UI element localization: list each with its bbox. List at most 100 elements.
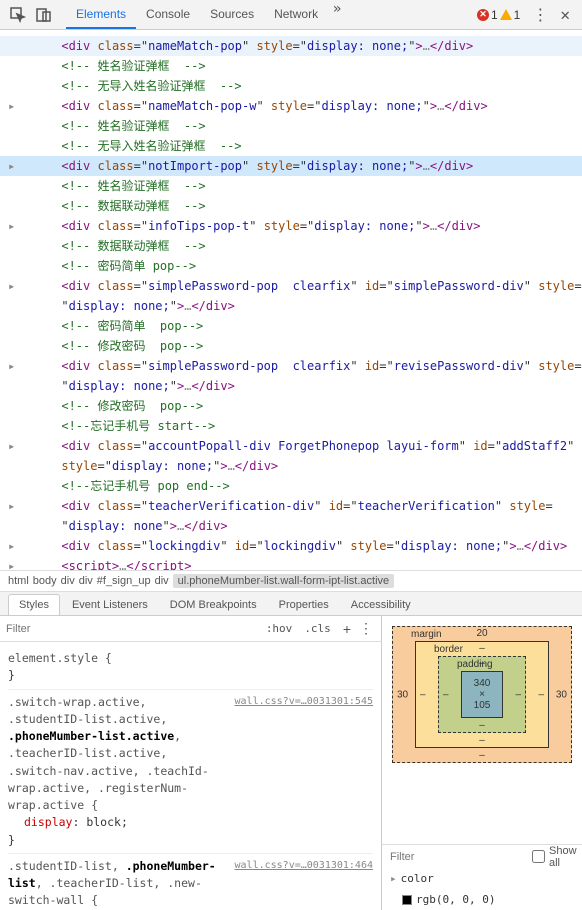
hov-toggle[interactable]: :hov <box>260 622 299 635</box>
expand-caret-icon[interactable]: ▸ <box>8 97 18 115</box>
dom-node[interactable]: ▸ <script>…</script> <box>0 556 582 570</box>
error-warning-status[interactable]: ✕1 1 <box>477 8 520 22</box>
box-model-diagram[interactable]: margin 20 30 – 30 border – – – – padding… <box>382 616 582 844</box>
breadcrumb-item[interactable]: ul.phoneMumber-list.wall-form-ipt-list.a… <box>173 574 395 588</box>
computed-color-row[interactable]: ▸ color <box>382 868 582 889</box>
expand-caret-icon[interactable] <box>8 377 18 395</box>
close-icon[interactable]: ✕ <box>554 5 576 24</box>
dom-node[interactable]: <!-- 无导入姓名验证弹框 --> <box>0 76 582 96</box>
styles-menu-icon[interactable]: ⋮ <box>357 620 375 637</box>
breadcrumb-item[interactable]: html <box>8 575 29 587</box>
expand-caret-icon[interactable] <box>8 397 18 415</box>
expand-caret-icon[interactable]: ▸ <box>8 437 18 455</box>
expand-caret-icon[interactable] <box>8 137 18 155</box>
dom-node[interactable]: <!--忘记手机号 start--> <box>0 416 582 436</box>
dom-node[interactable]: ▸ <div class="teacherVerification-div" i… <box>0 496 582 516</box>
expand-caret-icon[interactable]: ▸ <box>8 537 18 555</box>
expand-caret-icon[interactable]: ▸ <box>8 497 18 515</box>
breadcrumb-item[interactable]: div <box>155 575 169 587</box>
expand-caret-icon[interactable] <box>8 117 18 135</box>
dom-node[interactable]: <!-- 修改密码 pop--> <box>0 336 582 356</box>
dom-node[interactable]: "display: none;">…</div> <box>0 376 582 396</box>
subtab-dom-breakpoints[interactable]: DOM Breakpoints <box>160 595 267 615</box>
breadcrumb-item[interactable]: div <box>79 575 93 587</box>
expand-caret-icon[interactable]: ▸ <box>8 277 18 295</box>
dom-node[interactable]: <!-- 修改密码 pop--> <box>0 396 582 416</box>
expand-caret-icon[interactable] <box>8 57 18 75</box>
expand-caret-icon[interactable] <box>8 477 18 495</box>
dom-node[interactable]: <div class="nameMatch-pop" style="displa… <box>0 36 582 56</box>
subtab-accessibility[interactable]: Accessibility <box>341 595 421 615</box>
dom-breadcrumb: htmlbodydivdiv#f_sign_updivul.phoneMumbe… <box>0 570 582 592</box>
expand-caret-icon[interactable] <box>8 457 18 475</box>
dom-node[interactable]: <!--忘记手机号 pop end--> <box>0 476 582 496</box>
prop-value: rgb(0, 0, 0) <box>416 893 495 906</box>
dom-node[interactable]: <!-- 姓名验证弹框 --> <box>0 116 582 136</box>
expand-caret-icon[interactable] <box>8 337 18 355</box>
expand-caret-icon[interactable] <box>8 197 18 215</box>
content-size: 340 × 105 <box>461 671 503 718</box>
breadcrumb-item[interactable]: #f_sign_up <box>97 575 151 587</box>
dom-node[interactable]: "display: none;">…</div> <box>0 296 582 316</box>
expand-caret-icon[interactable] <box>8 77 18 95</box>
expand-caret-icon[interactable] <box>8 517 18 535</box>
source-link[interactable]: wall.css?v=…0031301:464 <box>235 858 373 910</box>
expand-caret-icon[interactable] <box>8 257 18 275</box>
breadcrumb-item[interactable]: div <box>61 575 75 587</box>
dom-node[interactable]: style="display: none;">…</div> <box>0 456 582 476</box>
expand-caret-icon[interactable] <box>8 237 18 255</box>
expand-caret-icon[interactable]: ▸ <box>8 217 18 235</box>
kebab-menu-icon[interactable]: ⋮ <box>526 5 554 24</box>
breadcrumb-item[interactable]: body <box>33 575 57 587</box>
dom-node[interactable]: <!-- 密码简单 pop--> <box>0 316 582 336</box>
expand-caret-icon[interactable]: ▸ <box>8 357 18 375</box>
dom-node[interactable]: ▸ <div class="notImport-pop" style="disp… <box>0 156 582 176</box>
expand-caret-icon[interactable] <box>8 417 18 435</box>
expand-caret-icon[interactable] <box>8 297 18 315</box>
subtab-properties[interactable]: Properties <box>269 595 339 615</box>
css-rules[interactable]: element.style {}.switch-wrap.active, .st… <box>0 642 381 910</box>
css-rule[interactable]: .studentID-list, .phoneMumber-list, .tea… <box>8 854 373 910</box>
computed-filter-input[interactable] <box>390 851 532 863</box>
dom-node[interactable]: "display: none">…</div> <box>0 516 582 536</box>
dom-node[interactable]: ▸ <div class="nameMatch-pop-w" style="di… <box>0 96 582 116</box>
more-tabs-chevron-icon[interactable]: » <box>328 1 346 29</box>
dom-node[interactable]: <!-- 密码简单 pop--> <box>0 256 582 276</box>
dom-node[interactable]: ▸ <div class="accountPopall-div ForgetPh… <box>0 436 582 456</box>
expand-caret-icon[interactable] <box>8 317 18 335</box>
dom-node[interactable]: <!-- 姓名验证弹框 --> <box>0 176 582 196</box>
tab-console[interactable]: Console <box>136 1 200 29</box>
dom-node[interactable]: ▸ <div class="simplePassword-pop clearfi… <box>0 276 582 296</box>
source-link[interactable]: wall.css?v=…0031301:545 <box>235 694 373 815</box>
expand-caret-icon[interactable]: ▸ <box>390 872 397 885</box>
styles-filter-input[interactable] <box>6 623 260 635</box>
cls-toggle[interactable]: .cls <box>298 622 337 635</box>
color-swatch-icon[interactable] <box>402 895 412 905</box>
subtab-event-listeners[interactable]: Event Listeners <box>62 595 158 615</box>
dom-tree-panel[interactable]: <div class="nameMatch-pop" style="displa… <box>0 30 582 570</box>
expand-caret-icon[interactable]: ▸ <box>8 157 18 175</box>
tab-sources[interactable]: Sources <box>200 1 264 29</box>
tab-elements[interactable]: Elements <box>66 1 136 29</box>
dom-node[interactable]: <!-- 无导入姓名验证弹框 --> <box>0 136 582 156</box>
dom-node[interactable]: ▸ <div class="simplePassword-pop clearfi… <box>0 356 582 376</box>
dom-node[interactable]: ▸ <div class="lockingdiv" id="lockingdiv… <box>0 536 582 556</box>
expand-caret-icon[interactable] <box>8 177 18 195</box>
show-all-toggle[interactable]: Show all <box>532 845 577 869</box>
dom-node[interactable]: <!-- 数据联动弹框 --> <box>0 236 582 256</box>
device-toolbar-icon[interactable] <box>32 3 56 27</box>
inspect-element-icon[interactable] <box>6 3 30 27</box>
prop-name: color <box>401 872 434 885</box>
margin-left: 30 <box>397 689 408 700</box>
dom-node[interactable]: <!-- 姓名验证弹框 --> <box>0 56 582 76</box>
dom-node[interactable]: ▸ <div class="infoTips-pop-t" style="dis… <box>0 216 582 236</box>
css-rule[interactable]: element.style {} <box>8 646 373 690</box>
new-rule-icon[interactable]: + <box>337 621 357 637</box>
expand-caret-icon[interactable]: ▸ <box>8 557 18 570</box>
padding-label: padding <box>457 659 493 670</box>
expand-caret-icon[interactable] <box>8 37 18 55</box>
css-rule[interactable]: .switch-wrap.active, .studentID-list.act… <box>8 690 373 854</box>
dom-node[interactable]: <!-- 数据联动弹框 --> <box>0 196 582 216</box>
subtab-styles[interactable]: Styles <box>8 594 60 615</box>
tab-network[interactable]: Network <box>264 1 328 29</box>
